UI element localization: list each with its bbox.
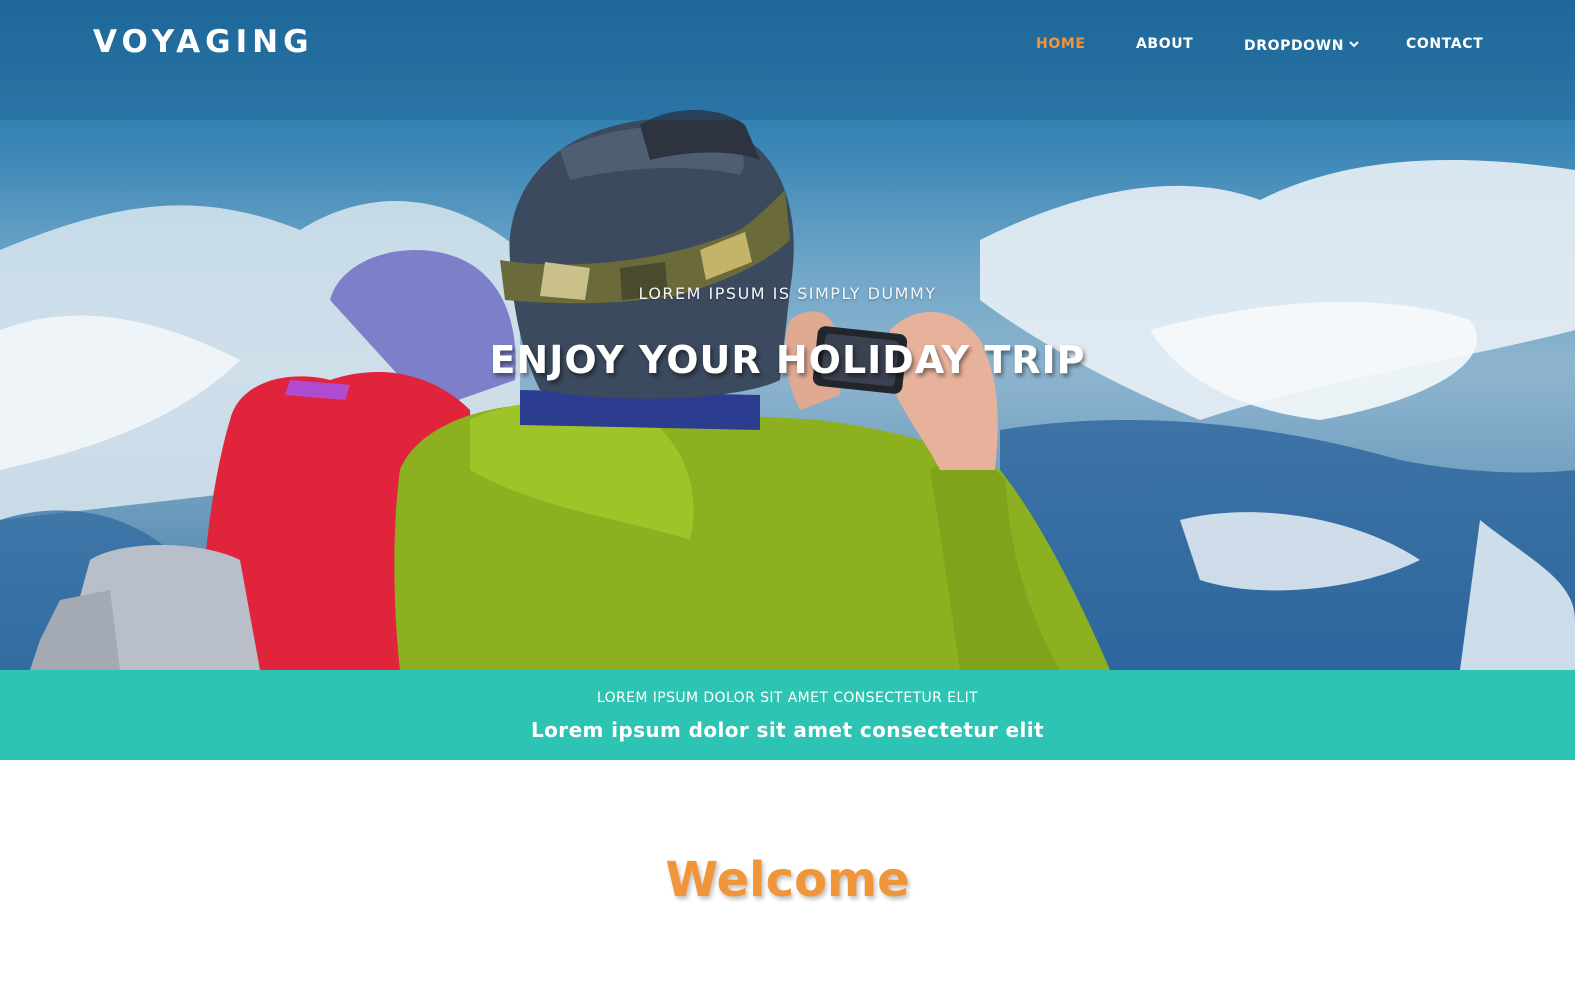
hero-section: VOYAGING HOME ABOUT DROPDOWN CONTACT LOR… (0, 0, 1575, 670)
banner-bottom-text: Lorem ipsum dolor sit amet consectetur e… (531, 718, 1044, 742)
nav-item-dropdown[interactable]: DROPDOWN (1244, 36, 1359, 54)
info-banner: LOREM IPSUM DOLOR SIT AMET CONSECTETUR E… (0, 670, 1575, 760)
welcome-heading: Welcome (665, 852, 910, 908)
hero-background-image (0, 0, 1575, 670)
nav-item-dropdown-label: DROPDOWN (1244, 38, 1345, 54)
main-navigation: HOME ABOUT DROPDOWN CONTACT (0, 36, 1575, 56)
nav-item-contact[interactable]: CONTACT (1406, 36, 1483, 52)
nav-item-home[interactable]: HOME (1036, 36, 1086, 52)
chevron-down-icon (1349, 36, 1359, 52)
banner-top-text: LOREM IPSUM DOLOR SIT AMET CONSECTETUR E… (596, 690, 979, 706)
hero-title: ENJOY YOUR HOLIDAY TRIP (489, 338, 1086, 382)
nav-item-about[interactable]: ABOUT (1136, 36, 1193, 52)
hero-subtitle: LOREM IPSUM IS SIMPLY DUMMY (638, 284, 937, 303)
